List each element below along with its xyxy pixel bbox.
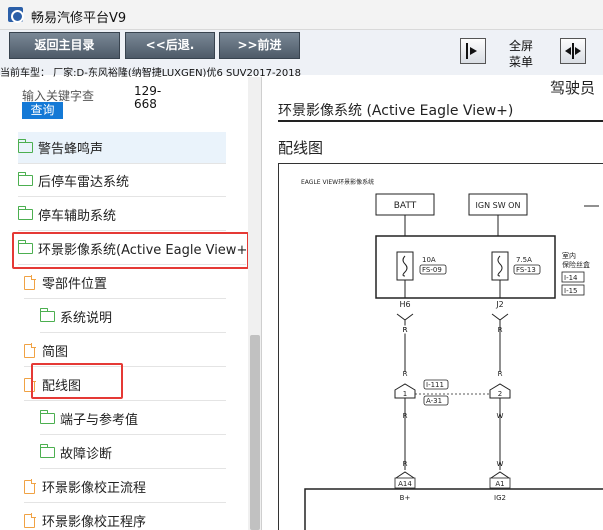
tree-scroll-thumb[interactable] (250, 335, 260, 530)
document-icon (24, 275, 36, 290)
document-title: 环景影像系统 (Active Eagle View+) (278, 103, 514, 119)
query-button[interactable]: 查询 (22, 102, 63, 119)
wiring-diagram: EAGLE VIEW环景影像系统 BATT IGN SW ON 10A FS-0… (278, 163, 603, 530)
wire-color-label: W (497, 460, 504, 468)
search-area: 输入关键字查 129- 668 查询 (0, 77, 248, 121)
folder-icon (17, 206, 33, 220)
window-title: 畅易汽修平台V9 (31, 11, 127, 26)
signal-label: IG2 (494, 494, 506, 502)
tree-item-calibration-procedure[interactable]: 环景影像校正程序 (24, 505, 226, 530)
tree-item-system-description[interactable]: 系统说明 (39, 301, 226, 333)
fullscreen-button[interactable] (560, 38, 586, 64)
connector-chevron (395, 471, 415, 479)
panel-toggle-icon (466, 43, 477, 59)
wire-color-label: R (498, 370, 503, 378)
diagram-header: EAGLE VIEW环景影像系统 (301, 178, 374, 186)
wire-color-label: R (403, 370, 408, 378)
signal-label: B+ (400, 494, 411, 502)
connector-label: I-111 (426, 381, 444, 389)
fuse-box-label-1: 室内 (562, 251, 576, 260)
connector-chevron (396, 313, 414, 321)
highlight-box (31, 363, 123, 399)
pin-label: J2 (495, 300, 503, 309)
ign-label: IGN SW ON (476, 201, 521, 210)
folder-icon (17, 139, 33, 153)
fuse1-id: FS-09 (422, 266, 442, 274)
wiring-diagram-svg: EAGLE VIEW环景影像系统 BATT IGN SW ON 10A FS-0… (301, 178, 603, 530)
pin-label: A1 (495, 480, 504, 488)
fuse-box-label-2: 保险丝盒 (562, 260, 590, 269)
connector-label: I-14 (564, 274, 578, 282)
folder-icon (39, 308, 55, 322)
document-subtitle: 配线图 (278, 139, 324, 157)
splice-label: 1 (403, 390, 407, 398)
document-viewer: 驾驶员 环景影像系统 (Active Eagle View+) 配线图 EAGL… (263, 77, 603, 530)
fuse1-amp: 10A (422, 256, 436, 264)
fullscreen-menu-label[interactable]: 全屏 菜单 (505, 38, 537, 70)
wire-color-label: R (403, 460, 408, 468)
document-icon (24, 513, 36, 528)
connector-chevron (491, 313, 509, 321)
highlight-box (12, 232, 249, 269)
wire-color-label: R (403, 412, 408, 420)
document-icon (24, 343, 36, 358)
connector-label: I-15 (564, 287, 578, 295)
app-logo-icon (8, 7, 24, 23)
pin-label: A14 (398, 480, 412, 488)
page-range: 129- 668 (134, 84, 162, 111)
tree-item-terminal-reference[interactable]: 端子与参考值 (39, 403, 226, 435)
home-button[interactable]: 返回主目录 (9, 32, 120, 59)
title-bar: 畅易汽修平台V9 (0, 0, 603, 30)
tree-item-component-location[interactable]: 零部件位置 (24, 267, 226, 299)
collapse-left-button[interactable] (460, 38, 486, 64)
connector-chevron (490, 471, 510, 479)
pin-label: H6 (399, 300, 410, 309)
splice-label: 2 (498, 390, 502, 398)
wire-color-label: W (497, 412, 504, 420)
connector-label: A-31 (426, 397, 442, 405)
navigation-tree-panel: 输入关键字查 129- 668 查询 警告蜂鸣声 后停车雷达系统 停车辅助系统 … (0, 77, 262, 530)
batt-label: BATT (394, 201, 417, 211)
folder-icon (17, 172, 33, 186)
tree-item-diagnostics[interactable]: 故障诊断 (39, 437, 226, 469)
module-box (304, 488, 603, 530)
document-icon (24, 479, 36, 494)
forward-button[interactable]: >>前进 (219, 32, 300, 59)
folder-icon (39, 444, 55, 458)
previous-section-text: 驾驶员 (550, 79, 596, 97)
expand-icon (565, 43, 581, 59)
wire-color-label: R (498, 326, 503, 334)
fuse2-amp: 7.5A (516, 256, 532, 264)
tree-item-rear-parking-radar[interactable]: 后停车雷达系统 (17, 165, 226, 197)
fuse2-id: FS-13 (516, 266, 536, 274)
title-divider (278, 120, 603, 122)
tree-item-parking-assist[interactable]: 停车辅助系统 (17, 199, 226, 231)
folder-icon (39, 410, 55, 424)
tree-item-warning-buzzer[interactable]: 警告蜂鸣声 (17, 132, 226, 164)
wire-color-label: R (403, 326, 408, 334)
tree-item-calibration-flow[interactable]: 环景影像校正流程 (24, 471, 226, 503)
back-button[interactable]: <<后退. (125, 32, 215, 59)
